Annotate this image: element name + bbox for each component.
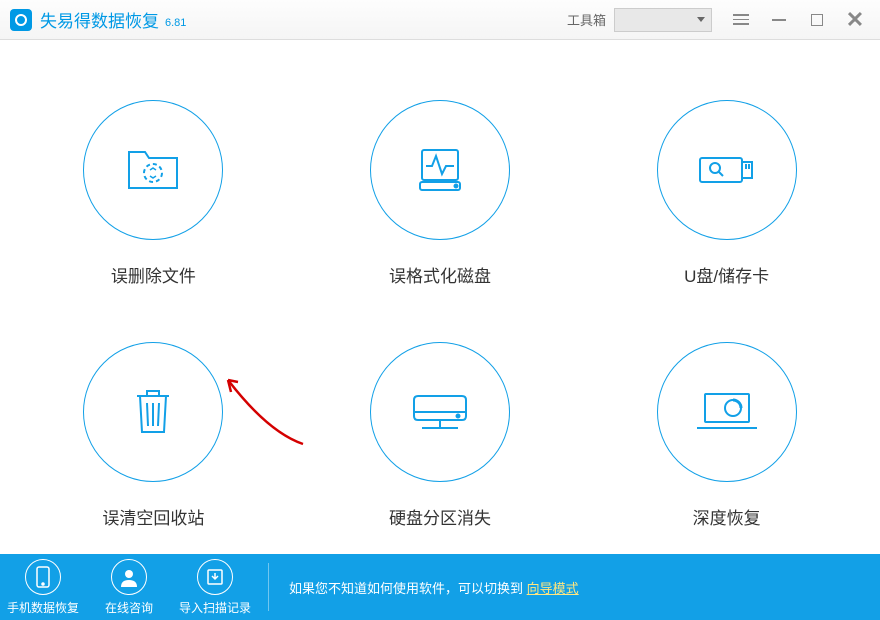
footer-hint: 如果您不知道如何使用软件，可以切换到 向导模式 [289,578,579,597]
app-title: 失易得数据恢复 [40,7,159,32]
option-formatted-disk[interactable]: 误格式化磁盘 [370,100,510,287]
option-deep-recovery[interactable]: 深度恢复 [657,342,797,529]
minimize-button[interactable] [760,1,798,39]
app-version: 6.81 [165,17,186,29]
window-controls: ✕ [722,1,874,39]
dropdown-caret-icon [697,17,705,22]
hard-drive-icon [408,388,472,436]
import-icon [206,568,224,586]
option-emptied-recycle-bin[interactable]: 误清空回收站 [83,342,223,529]
option-label: 误清空回收站 [102,504,204,529]
main-content: 误删除文件 误格式化磁盘 [0,40,880,554]
person-icon [119,567,139,587]
close-icon: ✕ [846,7,864,33]
option-label: 误格式化磁盘 [389,262,491,287]
footer-button-label: 在线咨询 [105,599,153,616]
toolbox-label[interactable]: 工具箱 [567,10,606,29]
footer-hint-text: 如果您不知道如何使用软件，可以切换到 [289,581,527,596]
option-label: 硬盘分区消失 [389,504,491,529]
toolbox-dropdown[interactable] [614,8,712,32]
option-label: 误删除文件 [111,262,196,287]
recovery-options-grid: 误删除文件 误格式化磁盘 [60,100,820,529]
app-logo-icon [10,9,32,31]
footer-divider [268,563,269,611]
maximize-icon [811,14,823,26]
titlebar: 失易得数据恢复 6.81 工具箱 ✕ [0,0,880,40]
footer-button-label: 导入扫描记录 [179,599,251,616]
footer-online-consult-button[interactable]: 在线咨询 [86,554,172,620]
footer-phone-recovery-button[interactable]: 手机数据恢复 [0,554,86,620]
maximize-button[interactable] [798,1,836,39]
footer-wizard-mode-link[interactable]: 向导模式 [527,581,579,596]
minimize-icon [772,19,786,21]
phone-icon [36,566,50,588]
option-lost-partition[interactable]: 硬盘分区消失 [370,342,510,529]
close-button[interactable]: ✕ [836,1,874,39]
footer-import-scan-button[interactable]: 导入扫描记录 [172,554,258,620]
option-usb-memory-card[interactable]: U盘/储存卡 [657,100,797,287]
option-label: U盘/储存卡 [684,262,769,287]
menu-button[interactable] [722,1,760,39]
folder-recycle-icon [125,146,181,194]
laptop-scan-icon [693,388,761,436]
option-deleted-files[interactable]: 误删除文件 [83,100,223,287]
hamburger-icon [733,14,749,25]
footer-button-label: 手机数据恢复 [7,599,79,616]
disk-pulse-icon [412,142,468,198]
option-label: 深度恢复 [693,504,761,529]
usb-card-icon [694,148,760,192]
footer-bar: 手机数据恢复 在线咨询 导入扫描记录 如果您不知道如何使用软件，可以切换到 向导… [0,554,880,620]
trash-bin-icon [131,386,175,438]
